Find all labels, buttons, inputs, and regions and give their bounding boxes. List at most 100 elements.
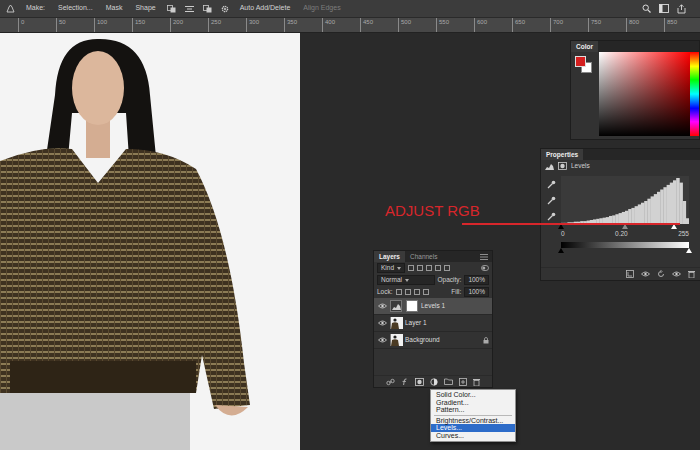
filter-type-icon[interactable]: [444, 265, 450, 271]
ruler-tick: 850: [664, 18, 700, 33]
adjustment-layer-icon[interactable]: [430, 378, 438, 386]
histogram-bar: [654, 194, 658, 224]
ruler-tick: 300: [246, 18, 284, 33]
output-level-slider[interactable]: [686, 248, 692, 253]
menu-item[interactable]: Pattern...: [431, 406, 515, 414]
lock-option-icon[interactable]: [396, 289, 402, 295]
histogram-bar: [663, 187, 667, 224]
lock-option-icon[interactable]: [405, 289, 411, 295]
layer-effects-icon[interactable]: [401, 378, 409, 386]
folder-icon[interactable]: [444, 378, 453, 385]
option-item[interactable]: Mask: [104, 3, 125, 13]
filter-dropdown[interactable]: Kind: [377, 263, 405, 273]
eye-icon[interactable]: [378, 337, 387, 343]
histogram-bar: [628, 209, 632, 224]
output-levels-gradient: [561, 242, 689, 248]
menu-item[interactable]: Brightness/Contrast...: [431, 417, 515, 425]
path-operations-icon[interactable]: [167, 5, 176, 13]
ruler-tick: 600: [474, 18, 512, 33]
option-item[interactable]: Selection...: [56, 3, 95, 13]
input-value[interactable]: 255: [678, 230, 689, 239]
reset-icon[interactable]: [657, 270, 665, 278]
black-eyedropper-icon[interactable]: [547, 180, 556, 189]
clip-to-layer-icon[interactable]: [626, 270, 634, 278]
menu-item[interactable]: Levels...: [431, 424, 515, 432]
layer-lock: [483, 337, 489, 344]
gear-icon[interactable]: [221, 5, 229, 13]
search-icon[interactable]: [642, 4, 651, 13]
visibility-icon[interactable]: [672, 271, 681, 277]
properties-tab[interactable]: Properties: [541, 149, 583, 160]
path-alignment-icon[interactable]: [185, 5, 194, 13]
input-value[interactable]: 0: [561, 230, 565, 239]
menu-item[interactable]: Gradient...: [431, 399, 515, 407]
share-icon[interactable]: [677, 4, 686, 14]
lock-row: Lock:Fill:100%: [374, 286, 492, 298]
layers-tab[interactable]: Layers: [374, 251, 405, 262]
trash-icon[interactable]: [473, 378, 480, 386]
visibility-toggle[interactable]: [377, 337, 387, 343]
filter-row: Kind: [374, 262, 492, 274]
add-mask-icon[interactable]: [415, 378, 424, 386]
view-previous-icon[interactable]: [641, 271, 650, 277]
filter-type-icon[interactable]: [435, 265, 441, 271]
layer-row[interactable]: Layer 1: [374, 315, 492, 332]
color-tab[interactable]: Color: [571, 41, 598, 52]
histogram-bar: [657, 192, 661, 224]
options-bar: Make: Selection... Mask Shape Auto Add/Delet…: [0, 0, 700, 18]
foreground-swatch[interactable]: [575, 56, 586, 67]
link-layers-icon[interactable]: [386, 378, 395, 386]
eye-icon[interactable]: [378, 303, 387, 309]
layer-row[interactable]: Levels 1: [374, 298, 492, 315]
layers-footer: [374, 375, 492, 387]
dropdown-caret-icon: [397, 267, 401, 270]
opacity-field[interactable]: 100%: [464, 275, 489, 285]
option-item[interactable]: Auto Add/Delete: [238, 3, 293, 13]
filter-type-icon[interactable]: [417, 265, 423, 271]
histogram-bar: [676, 178, 680, 224]
lock-option-icon[interactable]: [423, 289, 429, 295]
histogram-bar: [686, 218, 689, 224]
visibility-toggle[interactable]: [377, 320, 387, 326]
pen-tool-icon[interactable]: [6, 4, 15, 13]
fill-field[interactable]: 100%: [464, 287, 489, 297]
layers-tab[interactable]: Channels: [405, 251, 442, 262]
menu-item[interactable]: Solid Color...: [431, 391, 515, 399]
histogram-bar: [660, 190, 664, 225]
layer-name[interactable]: Layer 1: [405, 319, 427, 327]
input-values: 0 0.20 255: [561, 230, 689, 239]
mask-icon[interactable]: [558, 162, 567, 170]
workspace-icon[interactable]: [659, 4, 669, 13]
output-level-slider[interactable]: [558, 248, 564, 253]
input-value[interactable]: 0.20: [615, 230, 628, 239]
menu-item[interactable]: Curves...: [431, 432, 515, 440]
ruler-tick: 550: [436, 18, 474, 33]
white-eyedropper-icon[interactable]: [547, 212, 556, 221]
ruler-tick: 350: [284, 18, 322, 33]
visibility-toggle[interactable]: [377, 303, 387, 309]
panel-menu-icon[interactable]: [480, 254, 488, 260]
trash-icon[interactable]: [688, 270, 695, 278]
layer-mask-thumbnail[interactable]: [406, 300, 418, 312]
layers-tabs: LayersChannels: [374, 251, 492, 262]
option-item[interactable]: Make:: [24, 3, 47, 13]
filter-type-icon[interactable]: [426, 265, 432, 271]
levels-icon: [392, 302, 401, 310]
filter-type-icon[interactable]: [408, 265, 414, 271]
eye-icon[interactable]: [378, 320, 387, 326]
blend-mode-dropdown[interactable]: Normal: [377, 275, 435, 285]
filter-toggle-icon[interactable]: [481, 265, 489, 271]
new-layer-icon[interactable]: [459, 378, 467, 386]
layer-row[interactable]: Background: [374, 332, 492, 349]
hue-slider[interactable]: [690, 52, 699, 136]
color-field[interactable]: [599, 52, 690, 136]
path-arrangement-icon[interactable]: [203, 5, 212, 13]
option-item[interactable]: Shape: [133, 3, 157, 13]
histogram-bar: [679, 183, 683, 224]
lock-option-icon[interactable]: [414, 289, 420, 295]
gray-eyedropper-icon[interactable]: [547, 196, 556, 205]
ruler-tick: 650: [512, 18, 550, 33]
ruler-tick: 700: [550, 18, 588, 33]
layer-name[interactable]: Levels 1: [421, 302, 445, 310]
layer-name[interactable]: Background: [405, 336, 440, 344]
